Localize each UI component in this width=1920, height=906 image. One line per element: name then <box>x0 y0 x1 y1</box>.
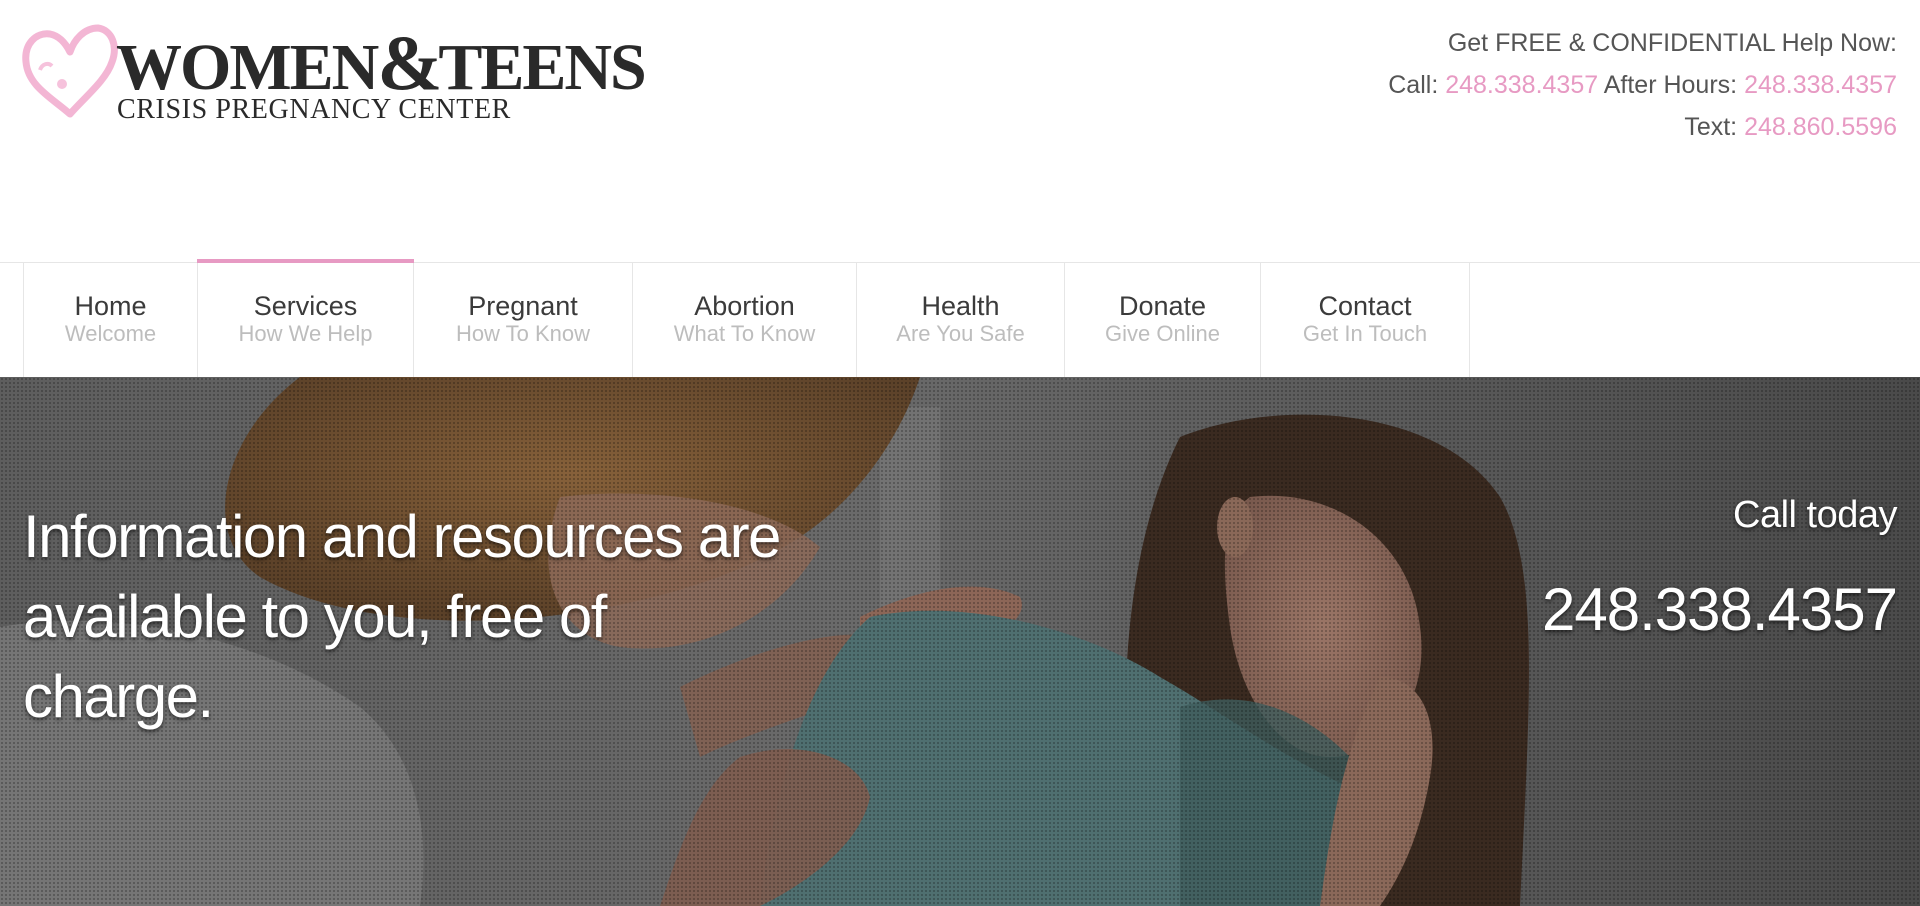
nav-item-donate[interactable]: Donate Give Online <box>1064 263 1260 377</box>
nav-item-title: Contact <box>1318 291 1412 321</box>
hero-banner: Information and resources are available … <box>0 377 1920 906</box>
nav-item-subtitle: Get In Touch <box>1302 321 1428 346</box>
nav-item-title: Donate <box>1118 291 1207 321</box>
heart-logo-icon <box>22 24 118 118</box>
nav-item-services[interactable]: Services How We Help <box>197 259 414 377</box>
site-header: Women&Teens Crisis Pregnancy Center Get … <box>0 0 1920 262</box>
call-number-link[interactable]: 248.338.4357 <box>1445 71 1598 99</box>
nav-item-health[interactable]: Health Are You Safe <box>856 263 1064 377</box>
contact-call-line: Call: 248.338.4357 After Hours: 248.338.… <box>1388 64 1897 106</box>
nav-item-subtitle: What To Know <box>673 321 816 346</box>
header-contact-info: Get FREE & CONFIDENTIAL Help Now: Call: … <box>1388 22 1897 148</box>
site-logo[interactable]: Women&Teens Crisis Pregnancy Center <box>22 24 647 128</box>
hero-heading: Information and resources are available … <box>23 497 823 737</box>
hero-call-number[interactable]: 248.338.4357 <box>1542 575 1898 645</box>
nav-item-title: Abortion <box>694 291 795 321</box>
nav-item-contact[interactable]: Contact Get In Touch <box>1260 263 1470 377</box>
text-label: Text: <box>1684 113 1738 141</box>
logo-title: Women&Teens <box>116 19 647 106</box>
nav-item-subtitle: Give Online <box>1105 321 1220 346</box>
call-label: Call: <box>1388 71 1439 99</box>
contact-text-line: Text: 248.860.5596 <box>1388 106 1897 148</box>
hero-call-box: Call today 248.338.4357 <box>1542 493 1898 645</box>
nav-item-pregnant[interactable]: Pregnant How To Know <box>413 263 632 377</box>
nav-item-title: Home <box>74 291 147 321</box>
nav-item-title: Services <box>253 291 358 321</box>
nav-item-abortion[interactable]: Abortion What To Know <box>632 263 856 377</box>
hero-heading-line: available to you, free of <box>23 583 607 650</box>
text-number-link[interactable]: 248.860.5596 <box>1744 113 1897 141</box>
hero-heading-line: charge. <box>23 663 214 730</box>
nav-item-subtitle: How We Help <box>238 321 373 346</box>
nav-item-subtitle: Are You Safe <box>896 321 1025 346</box>
nav-item-title: Pregnant <box>468 291 578 321</box>
contact-headline: Get FREE & CONFIDENTIAL Help Now: <box>1447 29 1897 57</box>
nav-item-title: Health <box>921 291 1000 321</box>
logo-subtitle: Crisis Pregnancy Center <box>117 94 511 125</box>
nav-list: Home Welcome Services How We Help Pregna… <box>23 259 1470 377</box>
main-navigation: Home Welcome Services How We Help Pregna… <box>0 259 1920 377</box>
after-hours-label: After Hours: <box>1603 71 1738 99</box>
hero-heading-line: Information and resources are <box>23 503 781 570</box>
after-hours-number-link[interactable]: 248.338.4357 <box>1744 71 1897 99</box>
nav-item-subtitle: Welcome <box>64 321 157 346</box>
nav-item-subtitle: How To Know <box>455 321 591 346</box>
nav-item-home[interactable]: Home Welcome <box>23 263 197 377</box>
hero-call-label: Call today <box>1733 494 1897 536</box>
